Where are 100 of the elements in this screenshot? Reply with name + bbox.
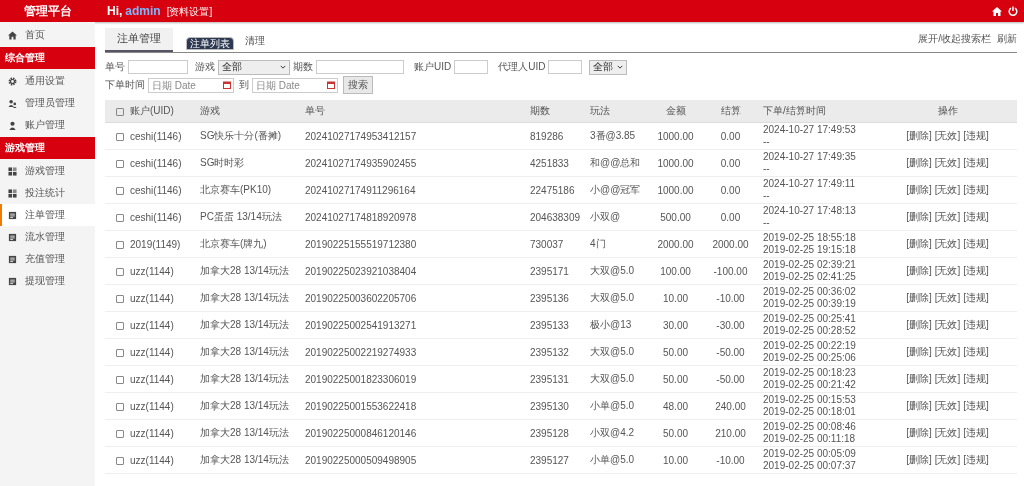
action-link[interactable]: [删除] [906,345,932,359]
table-cell: 2395130 [530,400,569,412]
table-cell: 加拿大28 13/14玩法 [200,265,289,276]
action-link[interactable]: [删除] [906,426,932,440]
table-cell: 20241027174911296164 [305,184,416,196]
action-link[interactable]: [无效] [934,372,961,386]
table-cell: 50.00 [663,373,688,385]
calendar-icon[interactable] [223,80,231,89]
action-link[interactable]: [删除] [906,210,932,224]
agent-uid-field[interactable] [548,60,583,74]
sidebar-section-header: 游戏管理 [0,137,95,159]
action-link[interactable]: [删除] [906,156,932,170]
table-cell: 2395132 [530,346,569,358]
table-cell: -10.00 [716,292,745,304]
action-link[interactable]: [无效] [934,399,961,413]
action-link[interactable]: [无效] [934,291,961,305]
action-link[interactable]: [违规] [963,129,989,143]
account-uid-field[interactable] [454,60,489,74]
checkbox[interactable] [116,294,124,303]
action-link[interactable]: [无效] [934,210,961,224]
tab[interactable]: 注单列表 [186,37,234,50]
action-link[interactable]: [违规] [963,372,989,386]
action-link[interactable]: [删除] [906,129,932,143]
table-cell: 2395133 [530,319,569,331]
sidebar-item[interactable]: 通用设置 [0,70,95,92]
action-link[interactable]: [删除] [906,453,932,467]
checkbox[interactable] [116,107,124,116]
checkbox[interactable] [116,213,124,222]
power-icon[interactable] [1008,6,1018,16]
action-link[interactable]: [违规] [963,291,989,305]
action-link[interactable]: [违规] [963,156,989,170]
page-title-tab[interactable]: 注单管理 [105,28,173,52]
action-link[interactable]: [违规] [963,453,989,467]
checkbox[interactable] [116,429,124,438]
action-link[interactable]: [无效] [934,156,961,170]
sidebar-item[interactable]: 投注统计 [0,182,95,204]
action-link[interactable]: [违规] [963,426,989,440]
checkbox[interactable] [116,240,124,249]
table-cell: 加拿大28 13/14玩法 [200,400,289,411]
action-link[interactable]: [无效] [934,264,961,278]
action-link[interactable]: [删除] [906,264,932,278]
checkbox[interactable] [116,375,124,384]
action-link[interactable]: [删除] [906,318,932,332]
action-link[interactable]: [删除] [906,372,932,386]
period-field[interactable] [316,60,404,74]
sidebar-item[interactable]: 流水管理 [0,226,95,248]
sidebar-item[interactable]: 游戏管理 [0,160,95,182]
action-link[interactable]: [违规] [963,399,989,413]
calendar-icon[interactable] [327,80,335,89]
date-field[interactable]: 日期 Date [148,77,234,93]
search-button[interactable]: 搜索 [343,76,373,94]
action-link[interactable]: [删除] [906,399,932,413]
sidebar-item[interactable]: 账户管理 [0,114,95,136]
action-link[interactable]: [无效] [934,183,961,197]
checkbox[interactable] [116,321,124,330]
sidebar-item[interactable]: 首页 [0,24,95,46]
action-link[interactable]: [违规] [963,264,989,278]
checkbox[interactable] [116,402,124,411]
action-link[interactable]: [删除] [906,237,932,251]
action-link[interactable]: [违规] [963,345,989,359]
action-link[interactable]: [无效] [934,453,961,467]
tab[interactable]: 清理 [240,32,270,50]
sidebar-item[interactable]: 管理员管理 [0,92,95,114]
date-field[interactable]: 日期 Date [252,77,338,93]
table-cell-text: 2019-02-25 00:25:41 [763,313,857,325]
checkbox[interactable] [116,267,124,276]
action-link[interactable]: [违规] [963,318,989,332]
action-link[interactable]: [违规] [963,210,989,224]
action-link[interactable]: [无效] [934,318,961,332]
toolbar-link[interactable]: 刷新 [997,32,1017,46]
table-cell-text: 2024-10-27 17:49:53 [763,124,857,136]
checkbox[interactable] [116,132,124,141]
column-header: 下单/结算时间 [763,105,826,116]
profile-link[interactable]: [资料设置] [166,4,213,19]
checkbox[interactable] [116,159,124,168]
order-number-field[interactable] [128,60,188,74]
table-cell-text: 2019-02-25 00:22:19 [763,340,857,352]
action-link[interactable]: [违规] [963,183,989,197]
action-link[interactable]: [删除] [906,291,932,305]
action-link[interactable]: [无效] [934,426,961,440]
action-link[interactable]: [无效] [934,129,961,143]
table-cell: 4251833 [530,157,569,169]
table-cell: 加拿大28 13/14玩法 [200,292,289,303]
action-link[interactable]: [删除] [906,183,932,197]
home-icon[interactable] [992,6,1002,16]
action-link[interactable]: [违规] [963,237,989,251]
action-link[interactable]: [无效] [934,237,961,251]
checkbox[interactable] [116,348,124,357]
table-cell: 小双@ [590,211,621,222]
sidebar-item[interactable]: 充值管理 [0,248,95,270]
sidebar-item[interactable]: 提现管理 [0,270,95,292]
action-link[interactable]: [无效] [934,345,961,359]
scope-select[interactable]: 全部 [589,59,628,75]
toolbar-link[interactable]: 展开/收起搜索栏 [918,32,991,46]
table-cell-text: 2019-02-25 00:15:53 [763,394,857,406]
game-select[interactable]: 全部 [218,59,290,75]
checkbox[interactable] [116,186,124,195]
sidebar-item[interactable]: 注单管理 [0,204,95,226]
checkbox[interactable] [116,456,124,465]
table-cell: 北京赛车(PK10) [200,184,272,195]
